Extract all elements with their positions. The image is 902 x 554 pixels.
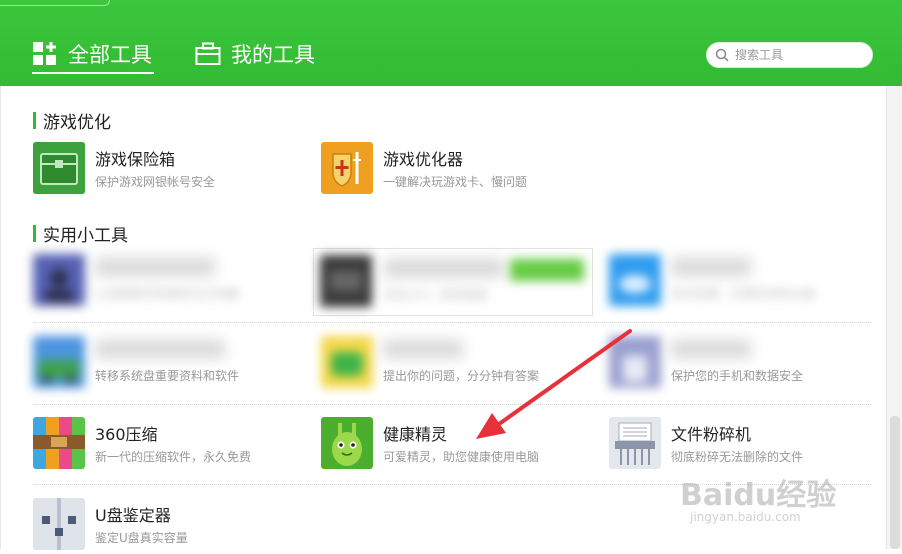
tool-desc: 安全免费，无限空间的云盘 xyxy=(671,287,816,301)
tool-desc: 双击ctrl，即刻搜索 xyxy=(384,288,488,302)
section-title-game: 游戏优化 xyxy=(33,110,111,133)
tool-utility-2[interactable]: 双击ctrl，即刻搜索 xyxy=(313,248,593,316)
section-title-game-label: 游戏优化 xyxy=(43,112,111,133)
tool-desc: 让视频聊天防窥安全又有趣 xyxy=(95,287,240,301)
tool-desc: 新一代的压缩软件，永久免费 xyxy=(95,450,252,464)
tab-all-tools-label: 全部工具 xyxy=(68,43,152,67)
active-tab-underline xyxy=(32,72,154,74)
tool-name-blurred xyxy=(384,259,504,277)
tool-name-blurred xyxy=(95,258,215,276)
tool-name: 360压缩 xyxy=(95,425,158,444)
tool-desc: 转移系统盘重要资料和软件 xyxy=(95,369,240,383)
tool-action-button[interactable] xyxy=(510,259,584,281)
tool-desc: 彻底粉碎无法删除的文件 xyxy=(671,450,804,464)
tool-name: 游戏优化器 xyxy=(383,150,464,169)
tool-game-vault[interactable]: 游戏保险箱 保护游戏网银帐号安全 xyxy=(33,142,303,198)
shield-sword-icon xyxy=(321,142,373,194)
tab-all-tools[interactable]: 全部工具 xyxy=(32,36,152,72)
tool-utility-1[interactable]: 让视频聊天防窥安全又有趣 xyxy=(33,254,303,310)
tool-desc: 保护游戏网银帐号安全 xyxy=(95,175,216,189)
tool-utility-4[interactable]: 转移系统盘重要资料和软件 xyxy=(33,336,303,392)
tool-utility-6[interactable]: 保护您的手机和数据安全 xyxy=(609,336,879,392)
tool-name-blurred xyxy=(95,340,225,358)
cloud-disk-icon xyxy=(609,254,661,306)
tool-desc: 一键解决玩游戏卡、慢问题 xyxy=(383,175,528,189)
annotation-arrow-icon xyxy=(476,329,632,439)
toolbox-icon xyxy=(195,42,221,65)
vertical-scrollbar[interactable] xyxy=(886,86,902,549)
system-migrate-icon xyxy=(33,336,85,388)
grid-plus-icon xyxy=(33,42,56,65)
usb-drive-icon xyxy=(33,498,85,550)
tool-name: 游戏保险箱 xyxy=(95,150,176,169)
archive-books-icon xyxy=(33,417,85,469)
tool-game-optimizer[interactable]: 游戏优化器 一键解决玩游戏卡、慢问题 xyxy=(321,142,591,198)
treasure-chest-icon xyxy=(33,142,85,194)
tool-desc: 可爱精灵，助您健康使用电脑 xyxy=(383,450,540,464)
section-marker xyxy=(33,224,36,242)
baidu-watermark-url: jingyan.baidu.com xyxy=(690,510,801,524)
tool-udisk-check[interactable]: U盘鉴定器 鉴定U盘真实容量 xyxy=(33,498,303,554)
tool-name-blurred xyxy=(671,340,751,358)
section-title-utility-label: 实用小工具 xyxy=(43,225,128,246)
search-input[interactable] xyxy=(735,48,855,62)
search-icon xyxy=(715,48,729,62)
header-corner-decoration xyxy=(0,0,110,6)
tool-name-blurred xyxy=(383,340,463,358)
qa-chat-icon xyxy=(321,336,373,388)
tool-360-zip[interactable]: 360压缩 新一代的压缩软件，永久免费 xyxy=(33,417,303,473)
tool-desc: 保护您的手机和数据安全 xyxy=(671,369,804,383)
green-sprite-icon xyxy=(321,417,373,469)
row-divider xyxy=(33,322,871,323)
row-divider xyxy=(33,404,871,405)
quick-search-icon xyxy=(320,255,372,307)
section-marker xyxy=(33,111,36,129)
tool-name: U盘鉴定器 xyxy=(95,506,171,525)
tool-name-blurred xyxy=(671,258,751,276)
header-bar: 全部工具 我的工具 xyxy=(0,0,902,86)
tab-my-tools[interactable]: 我的工具 xyxy=(195,36,315,72)
tool-utility-3[interactable]: 安全免费，无限空间的云盘 xyxy=(609,254,879,310)
tab-my-tools-label: 我的工具 xyxy=(231,43,315,67)
tool-name: 文件粉碎机 xyxy=(671,425,752,444)
scrollbar-thumb[interactable] xyxy=(890,416,900,549)
section-title-utility: 实用小工具 xyxy=(33,223,128,246)
baidu-watermark: Baidu经验 xyxy=(680,478,837,513)
search-box[interactable] xyxy=(706,42,873,68)
tool-desc: 鉴定U盘真实容量 xyxy=(95,531,188,545)
tool-name: 健康精灵 xyxy=(383,425,448,444)
tool-file-shredder[interactable]: 文件粉碎机 彻底粉碎无法删除的文件 xyxy=(609,417,879,473)
video-privacy-icon xyxy=(33,254,85,306)
